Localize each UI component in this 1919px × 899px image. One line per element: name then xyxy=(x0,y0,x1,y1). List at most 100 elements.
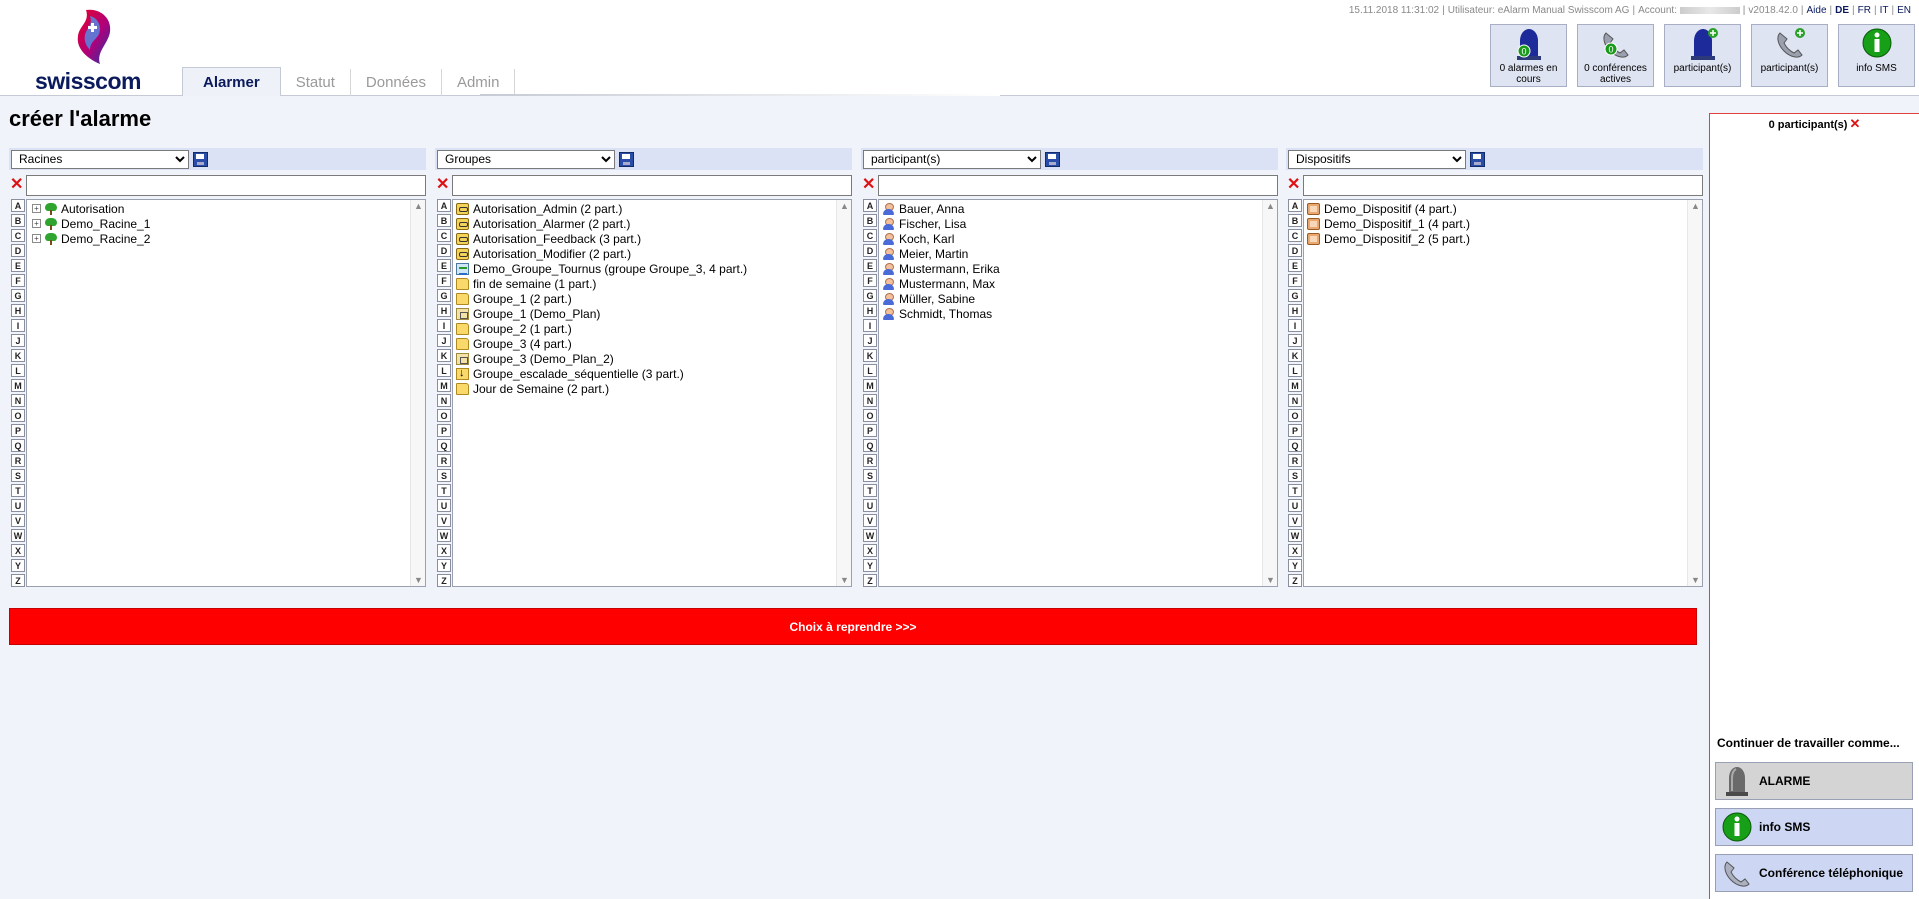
continue-sms-button[interactable]: info SMS xyxy=(1715,808,1913,846)
tab-admin[interactable]: Admin xyxy=(442,69,516,96)
dispositifs-filter-input[interactable] xyxy=(1303,175,1703,196)
list-item[interactable]: Müller, Sabine xyxy=(879,291,1277,306)
letter-index-z[interactable]: Z xyxy=(437,574,451,587)
letter-index-x[interactable]: X xyxy=(437,544,451,557)
letter-index-o[interactable]: O xyxy=(863,409,877,422)
letter-index-k[interactable]: K xyxy=(11,349,25,362)
letter-index-z[interactable]: Z xyxy=(11,574,25,587)
groupes-select[interactable]: Groupes xyxy=(437,149,615,169)
letter-index-m[interactable]: M xyxy=(863,379,877,392)
list-item[interactable]: Groupe_3 (Demo_Plan_2) xyxy=(453,351,851,366)
lang-en[interactable]: EN xyxy=(1897,5,1911,16)
participants-select[interactable]: participant(s) xyxy=(863,149,1041,169)
participants-filter-input[interactable] xyxy=(878,175,1278,196)
letter-index-n[interactable]: N xyxy=(437,394,451,407)
letter-index-e[interactable]: E xyxy=(437,259,451,272)
letter-index-b[interactable]: B xyxy=(11,214,25,227)
list-item[interactable]: Autorisation_Admin (2 part.) xyxy=(453,201,851,216)
groupes-filter-input[interactable] xyxy=(452,175,852,196)
tab-alarmer[interactable]: Alarmer xyxy=(182,67,281,96)
letter-index-s[interactable]: S xyxy=(1288,469,1302,482)
list-item[interactable]: Autorisation_Alarmer (2 part.) xyxy=(453,216,851,231)
racines-list[interactable]: + Autorisation + Demo_Racine_1 + Demo_Racine_… xyxy=(26,199,426,587)
expand-icon[interactable]: + xyxy=(32,204,41,213)
lang-fr[interactable]: FR xyxy=(1858,5,1871,16)
letter-index-r[interactable]: R xyxy=(863,454,877,467)
letter-index-h[interactable]: H xyxy=(437,304,451,317)
letter-index-f[interactable]: F xyxy=(1288,274,1302,287)
list-item[interactable]: Groupe_1 (2 part.) xyxy=(453,291,851,306)
list-item[interactable]: Koch, Karl xyxy=(879,231,1277,246)
list-item[interactable]: Autorisation_Feedback (3 part.) xyxy=(453,231,851,246)
letter-index-h[interactable]: H xyxy=(11,304,25,317)
active-conferences-button[interactable]: 0 0 conférences actives xyxy=(1577,24,1654,87)
tab-donnees[interactable]: Données xyxy=(351,69,442,96)
letter-index-x[interactable]: X xyxy=(863,544,877,557)
expand-icon[interactable]: + xyxy=(32,234,41,243)
letter-index-u[interactable]: U xyxy=(437,499,451,512)
lang-de[interactable]: DE xyxy=(1835,5,1849,16)
expand-icon[interactable]: + xyxy=(32,219,41,228)
dispositifs-select[interactable]: Dispositifs xyxy=(1288,149,1466,169)
letter-index-e[interactable]: E xyxy=(863,259,877,272)
letter-index-m[interactable]: M xyxy=(1288,379,1302,392)
letter-index-w[interactable]: W xyxy=(1288,529,1302,542)
letter-index-z[interactable]: Z xyxy=(1288,574,1302,587)
letter-index-f[interactable]: F xyxy=(437,274,451,287)
list-item[interactable]: Mustermann, Erika xyxy=(879,261,1277,276)
letter-index-h[interactable]: H xyxy=(1288,304,1302,317)
letter-index-g[interactable]: G xyxy=(11,289,25,302)
letter-index-v[interactable]: V xyxy=(1288,514,1302,527)
list-item[interactable]: Schmidt, Thomas xyxy=(879,306,1277,321)
swisscom-logo[interactable]: swisscom xyxy=(30,8,150,94)
save-icon[interactable] xyxy=(619,151,634,167)
letter-index-c[interactable]: C xyxy=(437,229,451,242)
dispositifs-list[interactable]: Demo_Dispositif (4 part.) Demo_Dispositif… xyxy=(1303,199,1703,587)
letter-index-e[interactable]: E xyxy=(11,259,25,272)
letter-index-v[interactable]: V xyxy=(11,514,25,527)
letter-index-v[interactable]: V xyxy=(437,514,451,527)
list-item[interactable]: + Autorisation xyxy=(27,201,425,216)
letter-index-p[interactable]: P xyxy=(1288,424,1302,437)
list-item[interactable]: Demo_Dispositif_1 (4 part.) xyxy=(1304,216,1702,231)
list-item[interactable]: Groupe_1 (Demo_Plan) xyxy=(453,306,851,321)
choose-button[interactable]: Choix à reprendre >>> xyxy=(9,608,1697,645)
racines-select[interactable]: Racines xyxy=(11,149,189,169)
scrollbar[interactable]: ▲ ▼ xyxy=(410,200,425,586)
letter-index-s[interactable]: S xyxy=(11,469,25,482)
letter-index-b[interactable]: B xyxy=(863,214,877,227)
letter-index-f[interactable]: F xyxy=(11,274,25,287)
list-item[interactable]: Demo_Dispositif (4 part.) xyxy=(1304,201,1702,216)
letter-index-c[interactable]: C xyxy=(863,229,877,242)
letter-index-n[interactable]: N xyxy=(11,394,25,407)
letter-index-f[interactable]: F xyxy=(863,274,877,287)
letter-index-l[interactable]: L xyxy=(1288,364,1302,377)
phone-participants-button[interactable]: participant(s) xyxy=(1751,24,1828,87)
letter-index-c[interactable]: C xyxy=(11,229,25,242)
letter-index-u[interactable]: U xyxy=(863,499,877,512)
info-sms-button[interactable]: info SMS xyxy=(1838,24,1915,87)
letter-index-q[interactable]: Q xyxy=(1288,439,1302,452)
letter-index-d[interactable]: D xyxy=(437,244,451,257)
list-item[interactable]: fin de semaine (1 part.) xyxy=(453,276,851,291)
continue-alarm-button[interactable]: ALARME xyxy=(1715,762,1913,800)
letter-index-k[interactable]: K xyxy=(863,349,877,362)
letter-index-n[interactable]: N xyxy=(863,394,877,407)
letter-index-o[interactable]: O xyxy=(1288,409,1302,422)
letter-index-q[interactable]: Q xyxy=(863,439,877,452)
alarm-participants-button[interactable]: participant(s) xyxy=(1664,24,1741,87)
letter-index-w[interactable]: W xyxy=(863,529,877,542)
clear-filter-icon[interactable]: ✕ xyxy=(1287,176,1300,194)
letter-index-n[interactable]: N xyxy=(1288,394,1302,407)
letter-index-p[interactable]: P xyxy=(437,424,451,437)
letter-index-t[interactable]: T xyxy=(1288,484,1302,497)
save-icon[interactable] xyxy=(193,151,208,167)
letter-index-l[interactable]: L xyxy=(11,364,25,377)
letter-index-g[interactable]: G xyxy=(863,289,877,302)
racines-filter-input[interactable] xyxy=(26,175,426,196)
letter-index-a[interactable]: A xyxy=(11,199,25,212)
letter-index-y[interactable]: Y xyxy=(11,559,25,572)
clear-filter-icon[interactable]: ✕ xyxy=(10,176,23,194)
letter-index-s[interactable]: S xyxy=(863,469,877,482)
letter-index-y[interactable]: Y xyxy=(1288,559,1302,572)
